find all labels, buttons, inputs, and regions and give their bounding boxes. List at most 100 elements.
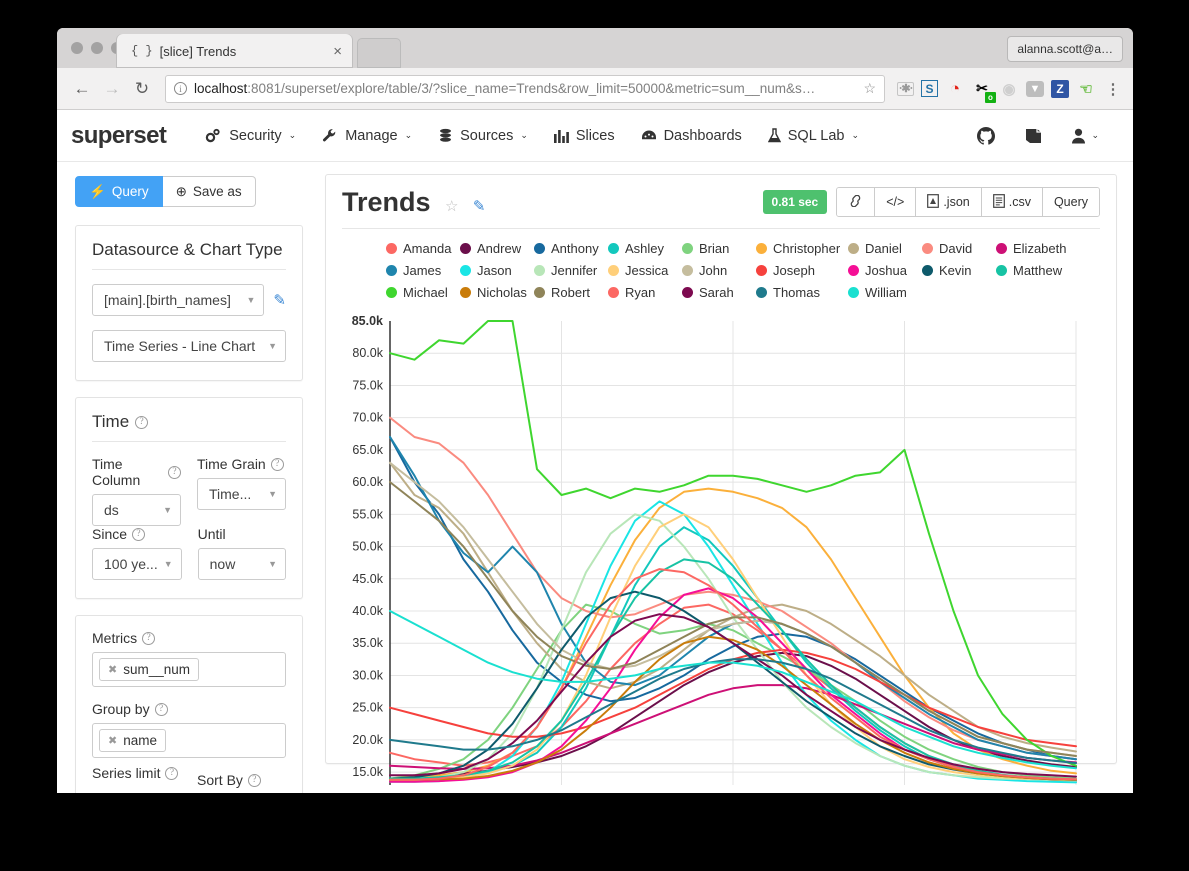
remove-token-icon[interactable]: ✖ bbox=[108, 663, 117, 676]
view-query-button[interactable]: Query bbox=[1041, 188, 1099, 216]
view-code-button[interactable]: </> bbox=[874, 188, 916, 216]
pocket-icon[interactable]: ▼ bbox=[1026, 80, 1044, 97]
github-icon[interactable] bbox=[962, 126, 1010, 146]
legend-item-daniel[interactable]: Daniel bbox=[848, 241, 922, 256]
s-icon[interactable]: S bbox=[921, 80, 938, 97]
until-label-row: Until bbox=[198, 526, 286, 542]
legend-item-jennifer[interactable]: Jennifer bbox=[534, 263, 608, 278]
close-window-button[interactable] bbox=[71, 42, 83, 54]
help-icon[interactable]: ? bbox=[165, 766, 179, 780]
chrome-menu-icon[interactable]: ⋮ bbox=[1103, 79, 1123, 99]
site-info-icon[interactable]: i bbox=[174, 82, 187, 95]
save-as-label: Save as bbox=[192, 184, 242, 199]
target-icon[interactable]: ◉ bbox=[999, 79, 1019, 99]
nav-item-slices[interactable]: Slices bbox=[541, 110, 628, 162]
datasource-select[interactable]: [main].[birth_names] ▼ bbox=[92, 284, 265, 316]
nav-label-sql-lab: SQL Lab bbox=[787, 127, 845, 144]
help-icon[interactable]: ? bbox=[247, 773, 261, 787]
remove-token-icon[interactable]: ✖ bbox=[108, 734, 117, 747]
edit-title-icon[interactable]: ✎ bbox=[473, 198, 486, 215]
until-select[interactable]: now ▼ bbox=[197, 548, 286, 580]
forward-button[interactable]: → bbox=[97, 74, 127, 104]
groupby-token[interactable]: ✖ name bbox=[99, 729, 166, 752]
metrics-label-row: Metrics ? bbox=[92, 630, 286, 646]
window-controls[interactable] bbox=[71, 42, 123, 54]
legend-item-amanda[interactable]: Amanda bbox=[386, 241, 460, 256]
address-bar[interactable]: i localhost :8081/superset/explore/table… bbox=[165, 74, 885, 103]
legend-swatch-icon bbox=[386, 243, 397, 254]
tab-close-icon[interactable]: × bbox=[333, 44, 342, 59]
legend-item-matthew[interactable]: Matthew bbox=[996, 263, 1070, 278]
legend-item-robert[interactable]: Robert bbox=[534, 285, 608, 300]
help-icon[interactable]: ? bbox=[135, 415, 149, 429]
reload-button[interactable]: ↻ bbox=[127, 74, 157, 104]
legend-item-jessica[interactable]: Jessica bbox=[608, 263, 682, 278]
metrics-input[interactable]: ✖ sum__num bbox=[92, 652, 286, 687]
legend-item-john[interactable]: John bbox=[682, 263, 756, 278]
legend-item-joshua[interactable]: Joshua bbox=[848, 263, 922, 278]
help-icon[interactable]: ? bbox=[142, 631, 156, 645]
file-json-icon bbox=[927, 193, 940, 211]
legend-item-christopher[interactable]: Christopher bbox=[756, 241, 848, 256]
legend-item-ryan[interactable]: Ryan bbox=[608, 285, 682, 300]
help-icon[interactable]: ? bbox=[270, 457, 284, 471]
export-button-bar: </> .json .csv Query bbox=[836, 187, 1100, 217]
legend-item-michael[interactable]: Michael bbox=[386, 285, 460, 300]
user-icon[interactable]: ⌄ bbox=[1057, 128, 1113, 144]
legend-item-william[interactable]: William bbox=[848, 285, 922, 300]
opera-icon[interactable]: ◔ bbox=[945, 79, 965, 99]
export-csv-button[interactable]: .csv bbox=[980, 188, 1042, 216]
browser-tab[interactable]: { } [slice] Trends × bbox=[117, 34, 352, 68]
metric-token[interactable]: ✖ sum__num bbox=[99, 658, 200, 681]
since-until-row: Since ? 100 ye... ▼ Until now ▼ bbox=[92, 526, 286, 580]
legend-item-brian[interactable]: Brian bbox=[682, 241, 756, 256]
minimize-window-button[interactable] bbox=[91, 42, 103, 54]
legend-item-kevin[interactable]: Kevin bbox=[922, 263, 996, 278]
legend-item-joseph[interactable]: Joseph bbox=[756, 263, 848, 278]
since-select[interactable]: 100 ye... ▼ bbox=[92, 548, 182, 580]
legend-item-anthony[interactable]: Anthony bbox=[534, 241, 608, 256]
legend-item-andrew[interactable]: Andrew bbox=[460, 241, 534, 256]
puzzle-icon[interactable]: ‧✱‧ bbox=[897, 81, 914, 96]
hangouts-icon[interactable]: ☜ bbox=[1076, 79, 1096, 99]
export-json-button[interactable]: .json bbox=[915, 188, 981, 216]
legend-item-nicholas[interactable]: Nicholas bbox=[460, 285, 534, 300]
bookmark-star-icon[interactable]: ☆ bbox=[863, 80, 876, 97]
superset-logo[interactable]: superset bbox=[71, 122, 167, 150]
help-icon[interactable]: ? bbox=[132, 527, 146, 541]
favorite-star-icon[interactable]: ☆ bbox=[445, 198, 458, 215]
help-icon[interactable]: ? bbox=[168, 465, 181, 479]
edit-datasource-icon[interactable]: ✎ bbox=[273, 291, 286, 309]
profile-chip[interactable]: alanna.scott@a… bbox=[1007, 36, 1123, 62]
tab-title: [slice] Trends bbox=[159, 43, 237, 59]
save-as-button[interactable]: ⊕ Save as bbox=[162, 176, 256, 207]
zotero-icon[interactable]: Z bbox=[1051, 79, 1069, 98]
viz-type-select[interactable]: Time Series - Line Chart ▼ bbox=[92, 330, 286, 362]
extension-icons: ‧✱‧ S ◔ ✂ o ◉ ▼ Z ☜ ⋮ bbox=[893, 79, 1123, 103]
back-button[interactable]: ← bbox=[67, 74, 97, 104]
legend-item-jason[interactable]: Jason bbox=[460, 263, 534, 278]
legend-item-elizabeth[interactable]: Elizabeth bbox=[996, 241, 1070, 256]
run-query-button[interactable]: ⚡ Query bbox=[75, 176, 163, 207]
nav-item-manage[interactable]: Manage ⌄ bbox=[309, 110, 425, 162]
time-grain-select[interactable]: Time... ▼ bbox=[197, 478, 286, 510]
new-tab-button[interactable] bbox=[357, 38, 401, 68]
browser-window: { } [slice] Trends × alanna.scott@a… ← →… bbox=[57, 28, 1133, 793]
legend-item-james[interactable]: James bbox=[386, 263, 460, 278]
nav-item-security[interactable]: Security ⌄ bbox=[192, 110, 309, 162]
help-icon[interactable]: ? bbox=[154, 702, 168, 716]
nav-item-sources[interactable]: Sources ⌄ bbox=[425, 110, 541, 162]
book-icon[interactable] bbox=[1010, 127, 1057, 145]
groupby-input[interactable]: ✖ name bbox=[92, 723, 286, 758]
chevron-down-icon: ▼ bbox=[163, 505, 172, 515]
nav-item-dashboards[interactable]: Dashboards bbox=[628, 110, 755, 162]
legend-item-sarah[interactable]: Sarah bbox=[682, 285, 756, 300]
legend-item-thomas[interactable]: Thomas bbox=[756, 285, 848, 300]
screenshot-icon[interactable]: ✂ o bbox=[972, 79, 996, 103]
nav-item-sql-lab[interactable]: SQL Lab ⌄ bbox=[755, 110, 872, 162]
time-column-select[interactable]: ds ▼ bbox=[92, 494, 181, 526]
legend-label: Thomas bbox=[773, 285, 820, 300]
legend-item-ashley[interactable]: Ashley bbox=[608, 241, 682, 256]
share-link-button[interactable] bbox=[837, 188, 875, 216]
legend-item-david[interactable]: David bbox=[922, 241, 996, 256]
